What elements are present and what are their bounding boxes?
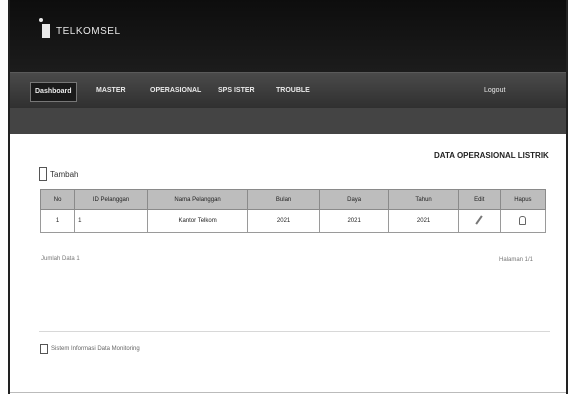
- nav-item-operasional[interactable]: OPERASIONAL: [146, 82, 205, 100]
- col-header-daya[interactable]: Daya: [318, 189, 390, 210]
- edit-cell: [457, 209, 501, 233]
- col-header-no[interactable]: No: [39, 189, 76, 210]
- footer-link-text: Sistem Informasi Data Monitoring: [51, 346, 140, 352]
- cell-bulan: 2021: [247, 209, 320, 233]
- col-header-edit: Edit: [457, 189, 501, 210]
- table-row: 1 1 Kantor Telkom 2021 2021 2021: [39, 209, 547, 233]
- data-table: No ID Pelanggan Nama Pelanggan Bulan Day…: [39, 189, 547, 233]
- nav-item-master[interactable]: MASTER: [92, 82, 130, 100]
- app-header: TELKOMSEL: [10, 0, 566, 72]
- footer-link[interactable]: Sistem Informasi Data Monitoring: [40, 344, 140, 354]
- cell-tahun: 2021: [388, 209, 459, 233]
- nav-item-sps-ister[interactable]: SPS ISTER: [214, 82, 259, 100]
- cell-no: 1: [39, 209, 76, 233]
- logout-link[interactable]: Logout: [484, 82, 505, 100]
- nav-item-dashboard[interactable]: Dashboard: [30, 82, 77, 102]
- col-header-tahun[interactable]: Tahun: [388, 189, 459, 210]
- cell-id: 1: [74, 209, 148, 233]
- col-header-id[interactable]: ID Pelanggan: [74, 189, 148, 210]
- brand-logo[interactable]: TELKOMSEL: [39, 18, 121, 38]
- logo-icon: [39, 18, 50, 38]
- cell-daya: 2021: [318, 209, 390, 233]
- table-header-row: No ID Pelanggan Nama Pelanggan Bulan Day…: [39, 189, 547, 210]
- col-header-hapus: Hapus: [499, 189, 547, 210]
- add-button-label: Tambah: [50, 169, 79, 179]
- col-header-nama[interactable]: Nama Pelanggan: [146, 189, 249, 210]
- add-button[interactable]: Tambah: [39, 167, 78, 181]
- record-count: Jumlah Data 1: [41, 256, 80, 262]
- nav-item-trouble[interactable]: TROUBLE: [272, 82, 314, 100]
- add-icon: [39, 167, 47, 181]
- app-window: TELKOMSEL Dashboard MASTER OPERASIONAL S…: [0, 0, 577, 394]
- window-right-margin: [568, 0, 577, 394]
- page-title: DATA OPERASIONAL LISTRIK: [434, 151, 549, 160]
- footer-divider: [39, 331, 550, 332]
- delete-icon[interactable]: [519, 215, 527, 225]
- edit-icon[interactable]: [475, 215, 483, 225]
- delete-cell: [499, 209, 547, 233]
- sub-toolbar: [10, 108, 566, 134]
- main-nav: Dashboard MASTER OPERASIONAL SPS ISTER T…: [10, 72, 566, 109]
- cell-nama: Kantor Telkom: [146, 209, 249, 233]
- pagination-info[interactable]: Halaman 1/1: [499, 257, 533, 263]
- document-icon: [40, 344, 48, 354]
- logo-text: TELKOMSEL: [56, 25, 121, 37]
- bottom-edge: [10, 392, 566, 393]
- col-header-bulan[interactable]: Bulan: [247, 189, 320, 210]
